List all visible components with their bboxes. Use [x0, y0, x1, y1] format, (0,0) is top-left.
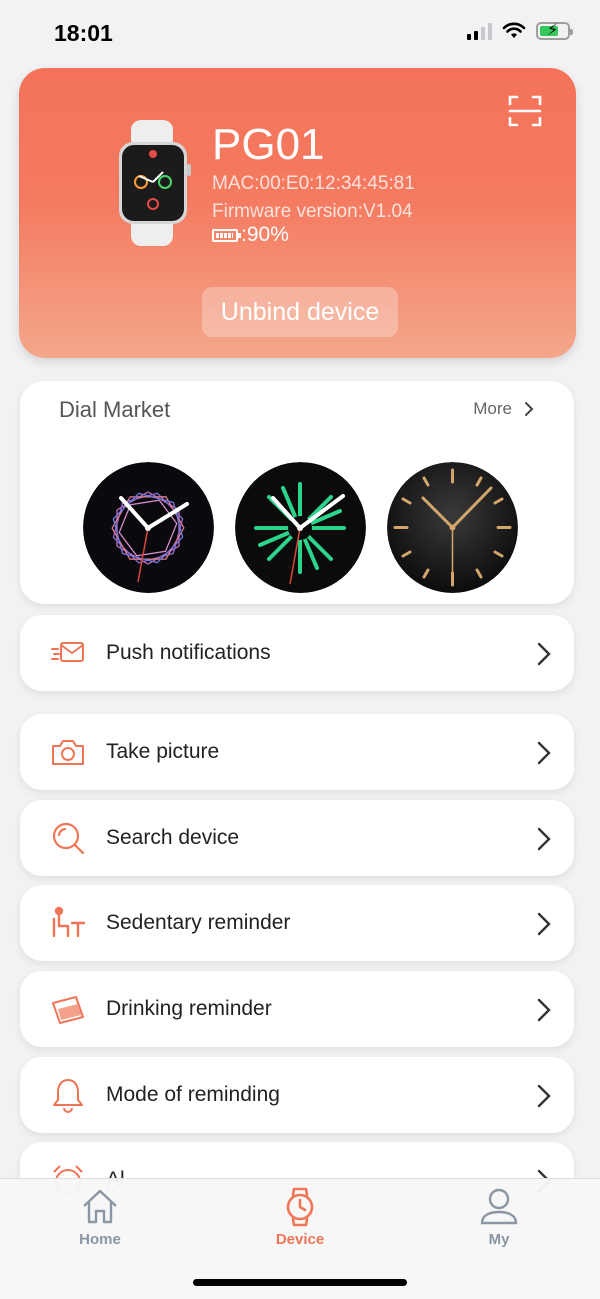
- device-mac: MAC:00:E0:12:34:45:81: [212, 173, 415, 194]
- chevron-right-icon: [537, 827, 551, 851]
- search-icon: [52, 822, 85, 855]
- battery-charging-icon: ⚡: [536, 22, 573, 40]
- scan-icon[interactable]: [508, 94, 542, 128]
- menu-label: Sedentary reminder: [106, 911, 291, 934]
- watch-icon: [286, 1187, 314, 1227]
- person-icon: [480, 1188, 518, 1225]
- wifi-icon: [502, 22, 526, 38]
- sitting-person-icon: [52, 906, 86, 938]
- menu-label: Mode of reminding: [106, 1083, 280, 1106]
- unbind-device-button[interactable]: Unbind device: [202, 287, 398, 337]
- camera-icon: [52, 740, 84, 765]
- tab-device[interactable]: Device: [240, 1187, 360, 1257]
- dial-face-swirl[interactable]: [83, 462, 214, 593]
- device-card: PG01 MAC:00:E0:12:34:45:81 Firmware vers…: [19, 68, 576, 358]
- menu-label: Drinking reminder: [106, 997, 272, 1020]
- chevron-right-icon: [537, 642, 551, 666]
- dial-market-title: Dial Market: [59, 397, 171, 422]
- tab-home-label: Home: [79, 1231, 121, 1248]
- device-battery: :90%: [212, 223, 289, 247]
- chevron-right-icon: [537, 998, 551, 1022]
- menu-item-push-notifications[interactable]: Push notifications: [20, 615, 574, 691]
- dial-market-card: Dial Market More: [20, 381, 574, 604]
- tab-device-label: Device: [275, 1231, 325, 1248]
- bell-icon: [53, 1079, 83, 1113]
- home-icon: [83, 1189, 117, 1224]
- status-time: 18:01: [54, 20, 113, 46]
- battery-percent: :90%: [241, 223, 289, 246]
- menu-item-drinking-reminder[interactable]: Drinking reminder: [20, 971, 574, 1047]
- dial-face-firework[interactable]: [235, 462, 366, 593]
- water-cup-icon: [52, 996, 84, 1024]
- chevron-right-icon: [537, 1084, 551, 1108]
- device-firmware: Firmware version:V1.04: [212, 201, 413, 222]
- envelope-icon: [51, 642, 84, 662]
- watch-image: [119, 120, 191, 246]
- status-bar: 18:01 ⚡: [0, 0, 600, 66]
- more-label: More: [473, 399, 512, 418]
- chevron-right-icon: [525, 402, 534, 416]
- menu-item-take-picture[interactable]: Take picture: [20, 714, 574, 790]
- dial-market-more-link[interactable]: More: [473, 399, 534, 419]
- menu-item-mode-of-reminding[interactable]: Mode of reminding: [20, 1057, 574, 1133]
- tab-my-label: My: [488, 1231, 510, 1248]
- home-indicator: [193, 1279, 407, 1286]
- cellular-signal-icon: [467, 22, 492, 40]
- menu-label: Search device: [106, 826, 240, 849]
- tab-my[interactable]: My: [439, 1187, 559, 1257]
- status-icons: ⚡: [467, 22, 573, 40]
- menu-label: Push notifications: [106, 641, 271, 664]
- battery-icon: [212, 228, 241, 242]
- menu-label: Take picture: [106, 740, 220, 763]
- chevron-right-icon: [537, 912, 551, 936]
- chevron-right-icon: [537, 741, 551, 765]
- dial-face-classic[interactable]: [387, 462, 518, 593]
- device-name: PG01: [212, 120, 325, 169]
- tab-home[interactable]: Home: [40, 1187, 160, 1257]
- menu-item-sedentary-reminder[interactable]: Sedentary reminder: [20, 885, 574, 961]
- menu-item-search-device[interactable]: Search device: [20, 800, 574, 876]
